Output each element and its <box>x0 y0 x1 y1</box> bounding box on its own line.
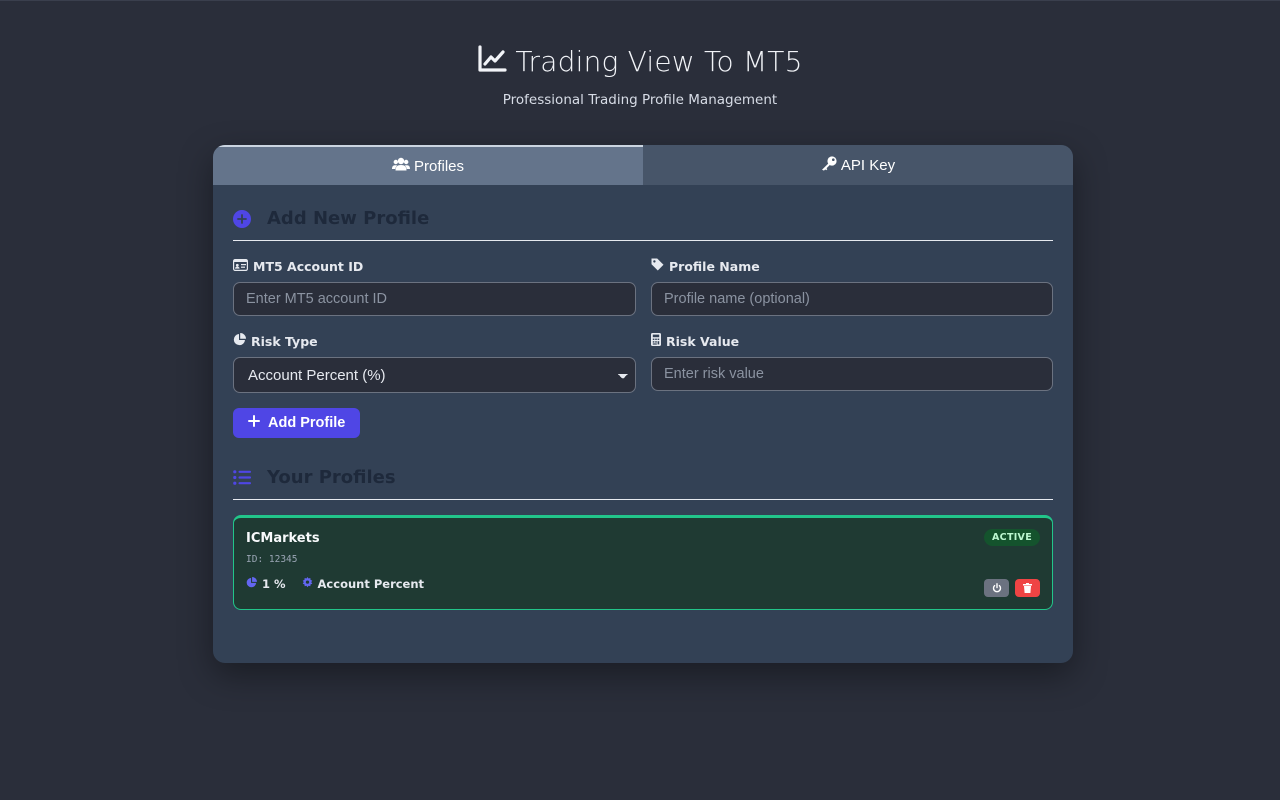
top-border <box>0 0 1280 1</box>
account-id-label-text: MT5 Account ID <box>253 258 364 274</box>
add-profile-button[interactable]: Add Profile <box>233 408 361 438</box>
page-title: Trading View To MT5 <box>515 44 803 78</box>
tag-icon <box>651 258 664 274</box>
profile-name-label-text: Profile Name <box>669 258 760 274</box>
profile-risk-type: Account Percent <box>302 577 425 591</box>
delete-profile-button[interactable] <box>1015 579 1040 597</box>
add-profile-form: MT5 Account ID Profile Name <box>233 258 1053 410</box>
calculator-icon <box>651 333 661 349</box>
risk-value-input[interactable] <box>651 357 1053 391</box>
profile-risk-value: 1 % <box>246 577 286 591</box>
risk-value-label-text: Risk Value <box>666 333 740 349</box>
profile-risk-type-text: Account Percent <box>317 577 425 591</box>
risk-value-field: Risk Value <box>651 333 1053 393</box>
page-subtitle: Professional Trading Profile Management <box>502 92 778 108</box>
list-icon <box>233 470 251 485</box>
profile-name-label: Profile Name <box>651 258 1053 274</box>
tab-content: Add New Profile MT5 Account ID Enter MT5… <box>213 185 1073 610</box>
profile-risk-value-text: 1 % <box>262 577 286 591</box>
main-panel: Profiles API Key Add New Profile MT5 Acc… <box>213 145 1073 663</box>
trash-icon <box>1023 581 1032 596</box>
add-profile-button-label: Add Profile <box>268 415 346 431</box>
account-id-label: MT5 Account ID <box>233 258 636 274</box>
risk-type-label: Risk Type <box>233 333 636 349</box>
risk-type-label-text: Risk Type <box>251 333 318 349</box>
page-header: Trading View To MT5 Professional Trading… <box>0 42 1280 108</box>
profile-card-meta: 1 % Account Percent <box>246 577 1040 591</box>
title-row: Trading View To MT5 <box>0 42 1280 80</box>
account-id-input[interactable] <box>233 282 636 316</box>
profile-name-field: Profile Name <box>651 258 1053 316</box>
tab-bar: Profiles API Key <box>213 145 1073 185</box>
plus-circle-icon <box>233 209 251 228</box>
your-profiles-title: Your Profiles <box>267 467 396 488</box>
tab-profiles[interactable]: Profiles <box>213 145 643 185</box>
power-icon <box>992 581 1002 596</box>
profiles-section: Your Profiles ICMarkets ID: 12345 1 % Ac… <box>233 462 1053 610</box>
add-profile-title: Add New Profile <box>267 208 430 229</box>
risk-type-select[interactable]: Account Percent (%) <box>233 357 636 393</box>
risk-type-field: Risk Type Account Percent (%) <box>233 333 636 393</box>
users-icon <box>391 157 410 175</box>
profile-card-name: ICMarkets <box>246 531 320 546</box>
profile-card-id: ID: 12345 <box>246 554 298 565</box>
status-badge: ACTIVE <box>984 529 1040 546</box>
profile-name-input[interactable] <box>651 282 1053 316</box>
add-profile-heading: Add New Profile <box>233 203 1053 241</box>
account-id-field: MT5 Account ID <box>233 258 636 316</box>
key-icon <box>821 155 837 175</box>
profile-card-actions <box>984 579 1040 597</box>
pie-chart-icon <box>246 577 257 591</box>
profile-card: ICMarkets ID: 12345 1 % Account Percent … <box>233 515 1053 610</box>
your-profiles-heading: Your Profiles <box>233 462 1053 500</box>
pie-chart-icon <box>233 333 246 349</box>
tab-profiles-label: Profiles <box>413 157 465 175</box>
toggle-profile-button[interactable] <box>984 579 1009 597</box>
gear-icon <box>302 577 313 591</box>
chart-line-icon <box>477 45 507 77</box>
risk-value-label: Risk Value <box>651 333 1053 349</box>
tab-api-key-label: API Key <box>840 156 896 174</box>
tab-api-key[interactable]: API Key <box>643 145 1073 185</box>
id-card-icon <box>233 258 249 274</box>
plus-icon <box>248 415 260 431</box>
